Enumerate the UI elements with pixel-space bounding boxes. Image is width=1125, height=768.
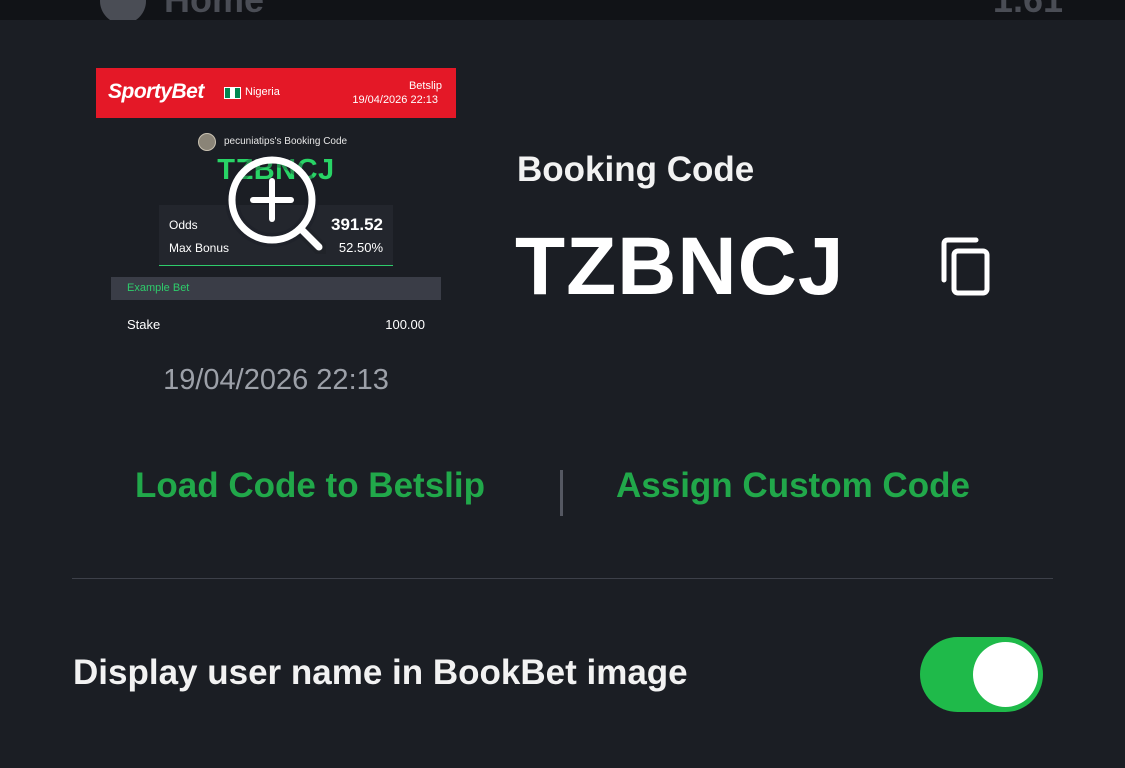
- max-bonus-value: 52.50%: [338, 240, 383, 255]
- display-username-toggle[interactable]: [920, 637, 1043, 712]
- booking-code-screen: Home 1.61 SportyBet Nigeria Betslip 19/0…: [0, 0, 1125, 768]
- stake-label: Stake: [127, 317, 161, 332]
- example-bet-label: Example Bet: [127, 282, 190, 294]
- total-odds-label: 1.61: [993, 0, 1063, 20]
- soccer-ball-icon[interactable]: [100, 0, 146, 20]
- example-bet-bar: Example Bet: [111, 277, 441, 300]
- country-label: Nigeria: [245, 86, 280, 98]
- stake-value: 100.00: [385, 317, 425, 332]
- home-label[interactable]: Home: [164, 0, 264, 20]
- display-username-label: Display user name in BookBet image: [73, 653, 688, 692]
- copy-icon[interactable]: [938, 236, 994, 298]
- ticket-footer-datetime: 19/04/2026 22:13: [163, 364, 389, 396]
- betslip-label: Betslip: [408, 80, 442, 92]
- booking-code-owner-label: pecuniatips's Booking Code: [224, 136, 348, 147]
- ticket-header-datetime: 19/04/2026 22:13: [352, 94, 438, 106]
- actions-divider: [560, 470, 563, 516]
- brand-logo: SportyBet: [108, 80, 204, 103]
- load-code-to-betslip-button[interactable]: Load Code to Betslip: [135, 466, 485, 506]
- assign-custom-code-button[interactable]: Assign Custom Code: [616, 466, 970, 506]
- section-divider: [72, 578, 1053, 579]
- nigeria-flag-icon: [224, 87, 241, 99]
- top-bar: Home 1.61: [0, 0, 1125, 20]
- ticket-header: SportyBet Nigeria Betslip 19/04/2026 22:…: [96, 68, 456, 118]
- zoom-in-icon[interactable]: [226, 154, 326, 254]
- avatar: [198, 133, 216, 151]
- odds-label: Odds: [169, 218, 198, 232]
- odds-value: 391.52: [331, 215, 383, 234]
- booking-code-value: TZBNCJ: [515, 221, 845, 312]
- max-bonus-label: Max Bonus: [169, 241, 230, 255]
- toggle-knob: [973, 642, 1038, 707]
- booking-code-title: Booking Code: [517, 150, 755, 189]
